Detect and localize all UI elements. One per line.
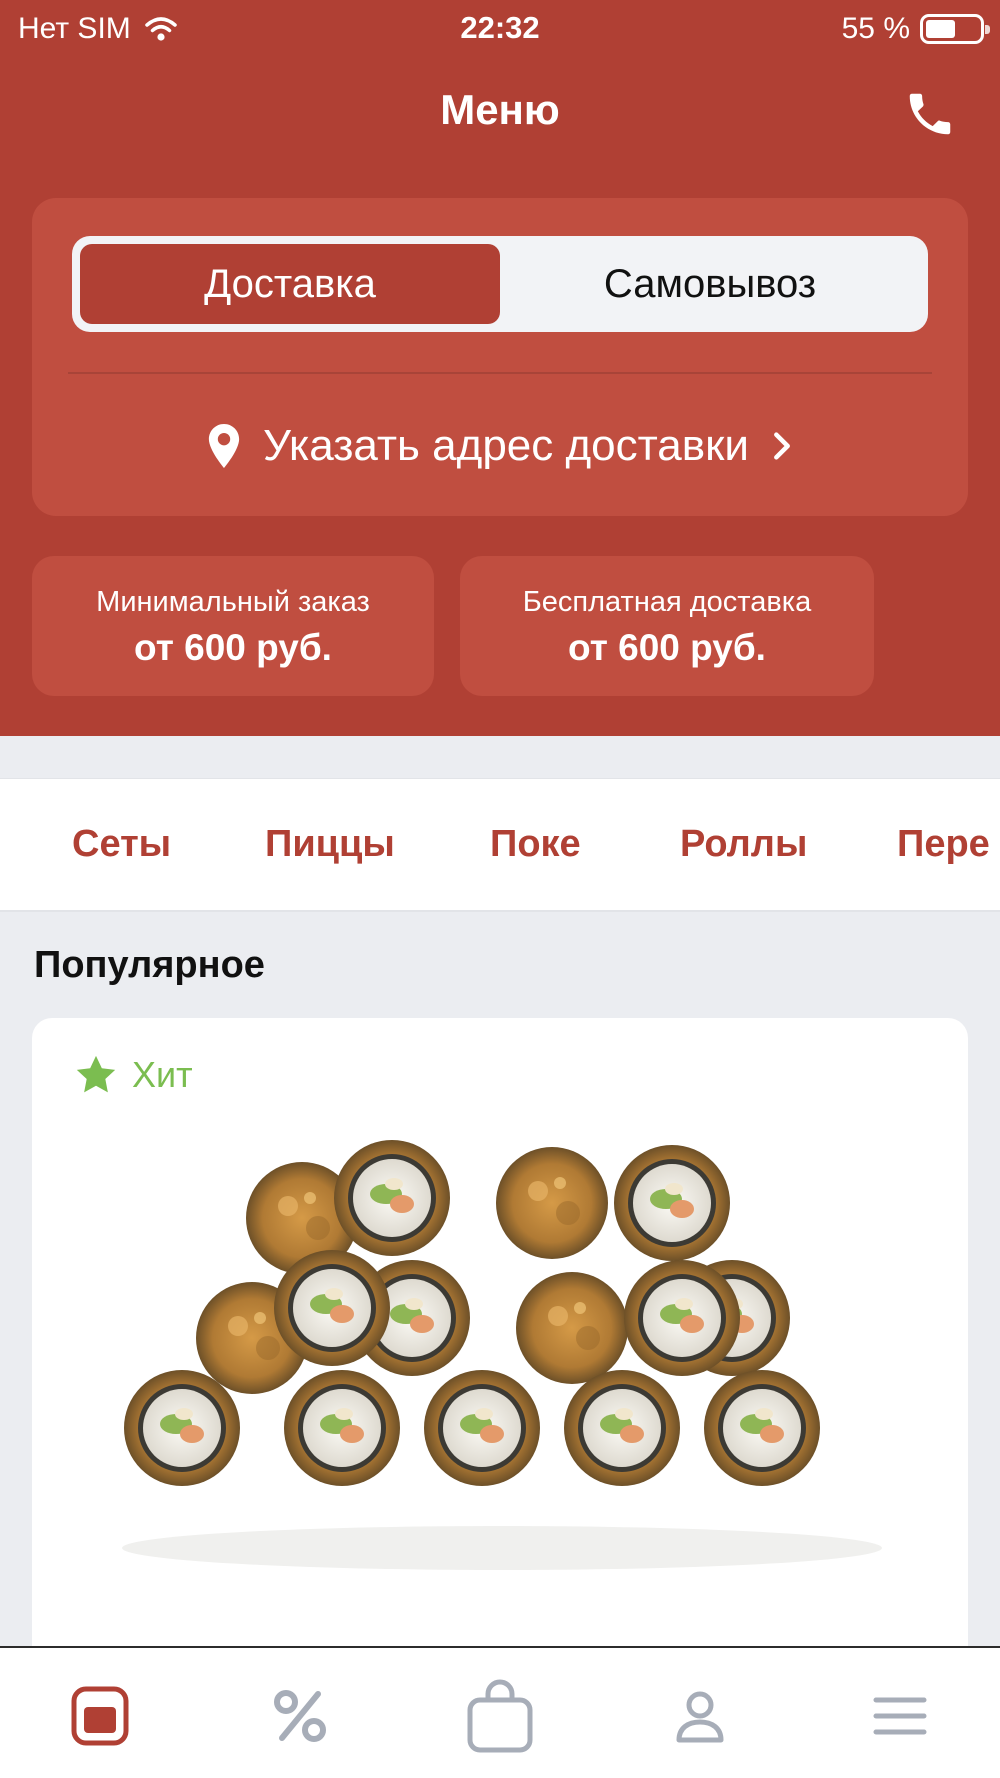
min-order-value: от 600 руб.	[134, 627, 332, 668]
bottom-tab-bar	[0, 1646, 1000, 1778]
header: Нет SIM 22:32 55 % Меню Доставка Самовыв…	[0, 0, 1000, 736]
section-title: Популярное	[34, 944, 265, 986]
address-label: Указать адрес доставки	[263, 421, 749, 470]
tab-poke[interactable]: Поке	[490, 823, 581, 866]
tab-menu[interactable]	[60, 1676, 140, 1756]
status-bar: Нет SIM 22:32 55 %	[0, 0, 1000, 56]
page-title: Меню	[440, 86, 560, 133]
divider	[68, 372, 932, 374]
tab-profile[interactable]	[660, 1676, 740, 1756]
menu-icon	[71, 1686, 129, 1746]
location-pin-icon	[208, 424, 240, 468]
battery-percent: 55 %	[841, 12, 910, 45]
tab-more-menu[interactable]	[860, 1676, 940, 1756]
bag-icon	[467, 1679, 533, 1753]
tab-more[interactable]: Пере	[897, 823, 990, 866]
free-delivery-card: Бесплатная доставка от 600 руб.	[460, 556, 874, 696]
min-order-label: Минимальный заказ	[96, 586, 370, 618]
profile-icon	[676, 1691, 724, 1743]
product-card[interactable]: Хит	[32, 1018, 968, 1678]
address-button[interactable]: Указать адрес доставки	[32, 406, 968, 486]
free-delivery-label: Бесплатная доставка	[522, 586, 812, 618]
call-button[interactable]	[900, 84, 960, 144]
hit-badge: Хит	[74, 1054, 193, 1096]
star-icon	[76, 1055, 116, 1093]
tab-cart[interactable]	[460, 1676, 540, 1756]
battery-icon	[920, 14, 990, 44]
pickup-option[interactable]: Самовывоз	[500, 244, 920, 324]
delivery-card: Доставка Самовывоз Указать адрес доставк…	[32, 198, 968, 516]
tab-sets[interactable]: Сеты	[72, 823, 171, 866]
delivery-option[interactable]: Доставка	[80, 244, 500, 324]
phone-icon	[909, 93, 951, 135]
tab-rolls[interactable]: Роллы	[680, 823, 807, 866]
min-order-card: Минимальный заказ от 600 руб.	[32, 556, 434, 696]
battery-status: 55 %	[841, 12, 990, 46]
delivery-mode-switch: Доставка Самовывоз	[72, 236, 928, 332]
category-tabs: Сеты Пиццы Поке Роллы Пере	[0, 778, 1000, 912]
free-delivery-value: от 600 руб.	[568, 627, 766, 668]
percent-icon	[274, 1690, 326, 1742]
hamburger-menu-icon	[873, 1697, 927, 1735]
tab-promotions[interactable]	[260, 1676, 340, 1756]
product-image	[122, 1140, 882, 1570]
hit-label: Хит	[132, 1054, 193, 1095]
chevron-right-icon	[774, 432, 790, 460]
tab-pizza[interactable]: Пиццы	[265, 823, 395, 866]
battery-level	[926, 20, 955, 38]
